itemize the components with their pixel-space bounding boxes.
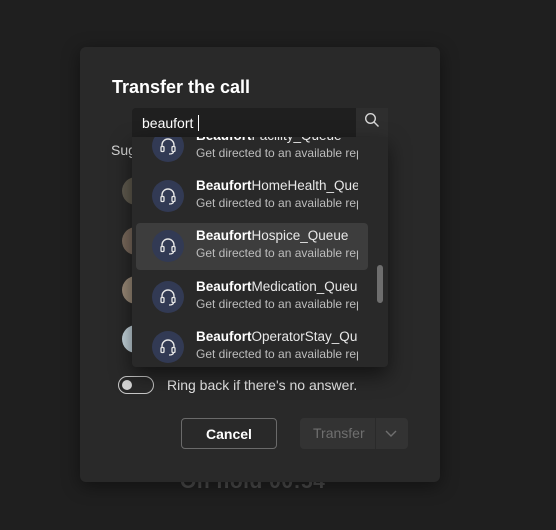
result-name-rest: Hospice_Queue <box>251 228 349 243</box>
result-name: BeaufortHomeHealth_Queue <box>196 178 358 193</box>
toggle-knob <box>122 380 132 390</box>
result-name-rest: Medication_Queue <box>251 279 358 294</box>
result-name-match: Beaufort <box>196 279 252 294</box>
text-caret <box>198 115 199 131</box>
result-name: BeaufortHospice_Queue <box>196 228 358 243</box>
search-icon <box>364 112 380 133</box>
result-name-match: Beaufort <box>196 228 252 243</box>
result-name-rest: HomeHealth_Queue <box>251 178 358 193</box>
result-description: Get directed to an available rep <box>196 347 358 361</box>
cancel-button[interactable]: Cancel <box>181 418 277 449</box>
search-result-item[interactable]: BeaufortFacility_Queue Get directed to an… <box>136 137 368 170</box>
headset-icon <box>152 180 184 212</box>
result-description: Get directed to an available rep <box>196 196 358 210</box>
transfer-button-label: Transfer <box>313 425 365 441</box>
scrollbar-thumb[interactable] <box>377 265 383 303</box>
chevron-down-icon[interactable] <box>384 426 398 445</box>
search-button[interactable] <box>356 108 388 137</box>
search-result-item[interactable]: BeaufortHospice_Queue Get directed to an … <box>136 223 368 270</box>
transfer-split-divider <box>375 418 376 449</box>
result-name: BeaufortOperatorStay_Queue <box>196 329 358 344</box>
result-name: BeaufortFacility_Queue <box>196 137 358 143</box>
transfer-button[interactable]: Transfer <box>300 418 408 449</box>
result-name-match: Beaufort <box>196 178 252 193</box>
result-name-rest: OperatorStay_Queue <box>251 329 358 344</box>
search-input[interactable] <box>142 113 347 133</box>
result-name: BeaufortMedication_Queue <box>196 279 358 294</box>
result-name-rest: Facility_Queue <box>252 137 342 143</box>
ring-back-toggle[interactable] <box>118 376 154 394</box>
dialog-title: Transfer the call <box>112 77 251 97</box>
search-result-item[interactable]: BeaufortOperatorStay_Queue Get directed t… <box>136 324 368 367</box>
search-results-dropdown: BeaufortFacility_QueueGet directed to an… <box>132 137 388 367</box>
headset-icon <box>152 230 184 262</box>
result-name-match: Beaufort <box>196 137 252 143</box>
headset-icon <box>152 331 184 363</box>
result-description: Get directed to an available rep <box>196 297 358 311</box>
search-result-item[interactable]: BeaufortHomeHealth_Queue Get directed to … <box>136 173 368 220</box>
headset-icon <box>152 137 184 162</box>
ring-back-label: Ring back if there's no answer. <box>167 377 358 393</box>
result-description: Get directed to an available rep <box>196 246 358 260</box>
result-description: Get directed to an available rep <box>196 146 358 160</box>
headset-icon <box>152 281 184 313</box>
result-name-match: Beaufort <box>196 329 252 344</box>
search-result-item[interactable]: BeaufortMedication_Queue Get directed to … <box>136 274 368 321</box>
search-box <box>132 108 388 139</box>
